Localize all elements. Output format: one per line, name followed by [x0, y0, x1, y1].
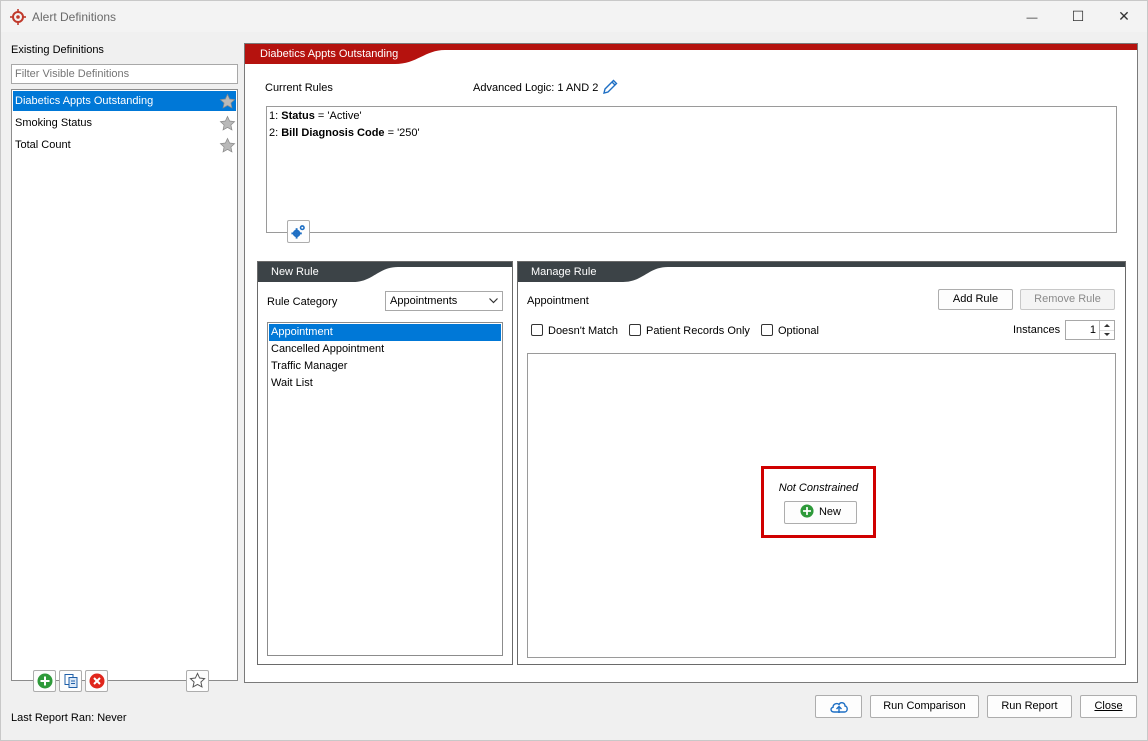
favorite-filter-button[interactable]	[186, 670, 209, 692]
rule-line-2: 2: Bill Diagnosis Code = '250'	[269, 127, 420, 139]
favorite-star-icon[interactable]	[219, 93, 236, 113]
plus-circle-icon	[37, 673, 52, 689]
copy-definition-button[interactable]	[59, 670, 82, 692]
rule-condition: = 'Active'	[314, 110, 362, 122]
doesnt-match-label: Doesn't Match	[548, 325, 618, 337]
rule-type-list: Appointment Cancelled Appointment Traffi…	[267, 322, 503, 656]
alert-definitions-window: Alert Definitions — ☐ ✕ Existing Definit…	[0, 0, 1148, 741]
add-definition-button[interactable]	[33, 670, 56, 692]
instances-label: Instances	[1013, 324, 1061, 336]
chevron-down-icon	[1104, 333, 1110, 336]
new-constraint-label: New	[818, 506, 841, 518]
rule-type-item[interactable]: Wait List	[269, 375, 501, 392]
cloud-upload-icon	[829, 702, 848, 713]
doesnt-match-checkbox[interactable]	[531, 324, 543, 336]
definition-item-diabetics[interactable]: Diabetics Appts Outstanding	[13, 91, 236, 111]
new-rule-header: New Rule	[271, 266, 319, 278]
filter-definitions-input[interactable]	[11, 64, 238, 84]
patient-records-only-label: Patient Records Only	[646, 325, 750, 337]
close-button[interactable]: Close	[1080, 695, 1137, 718]
rule-category-value: Appointments	[390, 295, 458, 307]
definitions-list: Diabetics Appts Outstanding Smoking Stat…	[11, 89, 238, 681]
rule-constraints-area: Not Constrained New	[527, 353, 1116, 658]
chevron-up-icon	[1104, 324, 1110, 327]
rule-number: 2:	[269, 127, 282, 139]
close-window-button[interactable]: ✕	[1101, 1, 1147, 32]
run-report-button[interactable]: Run Report	[987, 695, 1072, 718]
minimize-icon: —	[1026, 12, 1038, 24]
stepper-down-button[interactable]	[1099, 330, 1114, 339]
plus-circle-icon	[800, 504, 814, 518]
new-rule-panel: New Rule Rule Category Appointments Appo…	[257, 261, 513, 665]
title-bar: Alert Definitions — ☐ ✕	[1, 1, 1147, 32]
run-comparison-button[interactable]: Run Comparison	[870, 695, 979, 718]
instances-value: 1	[1089, 324, 1096, 336]
definition-item-smoking[interactable]: Smoking Status	[13, 113, 236, 133]
new-constraint-button[interactable]: New	[784, 501, 857, 524]
maximize-icon: ☐	[1071, 8, 1085, 24]
instances-stepper[interactable]: 1	[1065, 320, 1115, 340]
last-report-status: Last Report Ran: Never	[11, 712, 127, 724]
delete-definition-button[interactable]	[85, 670, 108, 692]
definition-label: Diabetics Appts Outstanding	[15, 95, 154, 107]
rule-category-select[interactable]: Appointments	[385, 291, 503, 311]
favorite-star-icon[interactable]	[219, 115, 236, 135]
definition-label: Smoking Status	[15, 117, 93, 129]
rule-field: Bill Diagnosis Code	[281, 127, 385, 139]
app-logo-icon	[10, 9, 26, 25]
rule-number: 1:	[269, 110, 282, 122]
remove-rule-button[interactable]: Remove Rule	[1020, 289, 1115, 310]
patient-records-only-checkbox[interactable]	[629, 324, 641, 336]
current-rules-box: 1: Status = 'Active' 2: Bill Diagnosis C…	[266, 106, 1117, 233]
favorite-star-icon[interactable]	[219, 137, 236, 157]
not-constrained-label: Not Constrained	[778, 482, 859, 494]
manage-rule-header-band	[518, 262, 1125, 282]
rule-type-item[interactable]: Cancelled Appointment	[269, 341, 501, 358]
rule-type-label: Traffic Manager	[271, 360, 348, 372]
definition-title: Diabetics Appts Outstanding	[260, 48, 399, 60]
definition-item-total-count[interactable]: Total Count	[13, 135, 236, 155]
definition-panel: Diabetics Appts Outstanding Current Rule…	[244, 43, 1138, 683]
maximize-button[interactable]: ☐	[1055, 1, 1101, 32]
definition-label: Total Count	[15, 139, 71, 151]
advanced-logic-label: Advanced Logic: 1 AND 2	[473, 82, 599, 94]
rule-field: Status	[281, 110, 315, 122]
rule-type-label: Appointment	[271, 326, 333, 338]
star-outline-icon	[189, 672, 206, 688]
minimize-button[interactable]: —	[1009, 1, 1055, 32]
existing-definitions-heading: Existing Definitions	[11, 44, 104, 56]
add-rule-button[interactable]: Add Rule	[938, 289, 1013, 310]
current-rules-label: Current Rules	[265, 82, 333, 94]
chevron-down-icon	[489, 298, 498, 304]
manage-rule-header: Manage Rule	[531, 266, 597, 278]
rule-line-1: 1: Status = 'Active'	[269, 110, 362, 122]
close-icon: ✕	[1118, 8, 1130, 24]
rule-type-label: Cancelled Appointment	[271, 343, 385, 355]
manage-rule-panel: Manage Rule Appointment Add Rule Remove …	[517, 261, 1126, 665]
rule-category-label: Rule Category	[267, 296, 338, 308]
manage-rule-subject: Appointment	[527, 295, 589, 307]
optional-checkbox[interactable]	[761, 324, 773, 336]
upload-button[interactable]	[815, 695, 862, 718]
copy-icon	[64, 674, 77, 688]
gears-icon	[291, 225, 305, 239]
rule-settings-button[interactable]	[287, 220, 310, 243]
window-title: Alert Definitions	[32, 10, 117, 24]
rule-type-item[interactable]: Appointment	[269, 324, 501, 341]
optional-label: Optional	[778, 325, 819, 337]
delete-circle-icon	[89, 673, 104, 689]
rule-condition: = '250'	[384, 127, 420, 139]
rule-type-item[interactable]: Traffic Manager	[269, 358, 501, 375]
edit-pencil-icon[interactable]	[601, 78, 619, 99]
rule-type-label: Wait List	[271, 377, 313, 389]
